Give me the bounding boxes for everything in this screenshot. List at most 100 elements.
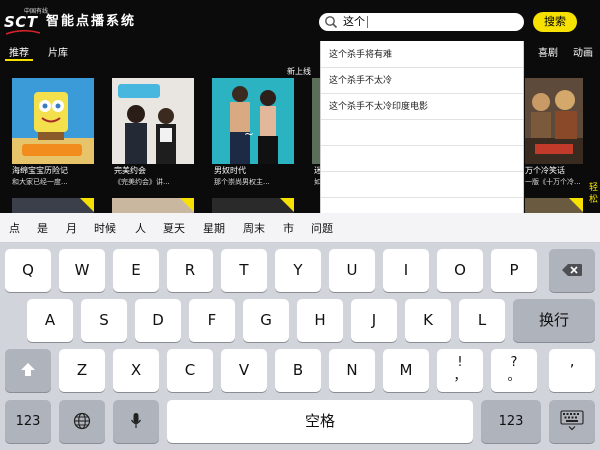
tab-animation[interactable]: 动画 bbox=[573, 44, 593, 59]
candidate-word[interactable]: 星期 bbox=[203, 220, 225, 236]
backspace-icon bbox=[562, 264, 582, 276]
poster-subtitle: 《完美约会》讲... bbox=[114, 178, 170, 186]
search-input[interactable]: 这个 bbox=[319, 13, 524, 31]
poster-lower[interactable] bbox=[112, 198, 194, 213]
key-u[interactable]: U bbox=[329, 249, 375, 292]
key-v[interactable]: V bbox=[221, 349, 267, 392]
sct-logo: 中国有线 SCT bbox=[4, 6, 48, 35]
shift-arrow-icon bbox=[21, 363, 35, 376]
candidate-word[interactable]: 点 bbox=[9, 220, 20, 236]
tab-recommend[interactable]: 推荐 bbox=[9, 44, 29, 59]
key-exclaim-comma[interactable]: ! ， bbox=[437, 349, 483, 392]
key-top-char: ! bbox=[457, 355, 463, 370]
poster-lower[interactable] bbox=[212, 198, 294, 213]
keyboard-dismiss-icon bbox=[560, 410, 584, 431]
globe-icon bbox=[73, 412, 91, 430]
key-b[interactable]: B bbox=[275, 349, 321, 392]
poster-cold-jokes[interactable] bbox=[525, 78, 583, 164]
poster-subtitle: 那个崇尚男权主... bbox=[214, 178, 270, 186]
key-question-period[interactable]: ? 。 bbox=[491, 349, 537, 392]
new-online-label: 新上线 bbox=[287, 67, 311, 76]
key-y[interactable]: Y bbox=[275, 249, 321, 292]
key-bottom-char: 。 bbox=[507, 369, 521, 384]
backspace-key[interactable] bbox=[549, 249, 595, 292]
key-r[interactable]: R bbox=[167, 249, 213, 292]
microphone-icon bbox=[130, 413, 142, 428]
suggestion-item[interactable]: 这个杀手将有难 bbox=[321, 42, 523, 68]
suggestion-empty-row bbox=[321, 146, 523, 172]
key-m[interactable]: M bbox=[383, 349, 429, 392]
key-d[interactable]: D bbox=[135, 299, 181, 342]
key-e[interactable]: E bbox=[113, 249, 159, 292]
candidate-word[interactable]: 月 bbox=[66, 220, 77, 236]
search-button[interactable]: 搜索 bbox=[533, 12, 577, 32]
corner-badge-icon bbox=[80, 198, 94, 212]
corner-badge-icon bbox=[180, 198, 194, 212]
active-tab-indicator bbox=[5, 59, 33, 61]
candidate-word[interactable]: 时候 bbox=[94, 220, 116, 236]
poster-lower[interactable] bbox=[525, 198, 583, 213]
poster-spongebob-art bbox=[12, 78, 94, 164]
poster-subtitle: 和大家已经一度... bbox=[12, 178, 68, 186]
key-z[interactable]: Z bbox=[59, 349, 105, 392]
hide-keyboard-key[interactable] bbox=[549, 400, 595, 443]
key-a[interactable]: A bbox=[27, 299, 73, 342]
side-label: 轻松 bbox=[589, 183, 599, 205]
key-h[interactable]: H bbox=[297, 299, 343, 342]
poster-title: 海绵宝宝历险记 bbox=[12, 166, 68, 175]
key-x[interactable]: X bbox=[113, 349, 159, 392]
search-suggestions: 这个杀手将有难 这个杀手不太冷 这个杀手不太冷印度电影 bbox=[320, 41, 524, 213]
suggestion-item[interactable]: 这个杀手不太冷 bbox=[321, 68, 523, 94]
key-n[interactable]: N bbox=[329, 349, 375, 392]
key-g[interactable]: G bbox=[243, 299, 289, 342]
corner-badge-icon bbox=[280, 198, 294, 212]
candidate-word[interactable]: 市 bbox=[283, 220, 294, 236]
key-c[interactable]: C bbox=[167, 349, 213, 392]
poster-perfect-date[interactable] bbox=[112, 78, 194, 164]
poster-subtitle: 一版《十万个冷... bbox=[525, 178, 581, 186]
space-key[interactable]: 空格 bbox=[167, 400, 473, 443]
poster-spongebob[interactable] bbox=[12, 78, 94, 164]
globe-key[interactable] bbox=[59, 400, 105, 443]
key-quote[interactable]: ’ bbox=[549, 349, 595, 392]
ime-candidate-bar: 点 是 月 时候 人 夏天 星期 周末 市 问题 bbox=[0, 213, 600, 243]
search-query: 这个 bbox=[343, 15, 365, 28]
key-o[interactable]: O bbox=[437, 249, 483, 292]
poster-title: 男奴时代 bbox=[214, 166, 246, 175]
candidate-word[interactable]: 问题 bbox=[311, 220, 333, 236]
corner-badge-icon bbox=[569, 198, 583, 212]
app-title: 智能点播系统 bbox=[46, 14, 137, 29]
poster-male-era[interactable]: ~ bbox=[212, 78, 294, 164]
tab-library[interactable]: 片库 bbox=[48, 44, 68, 59]
key-w[interactable]: W bbox=[59, 249, 105, 292]
return-key[interactable]: 换行 bbox=[513, 299, 595, 342]
poster-title: 完美约会 bbox=[114, 166, 146, 175]
key-k[interactable]: K bbox=[405, 299, 451, 342]
svg-text:~: ~ bbox=[244, 127, 254, 141]
suggestion-item[interactable]: 这个杀手不太冷印度电影 bbox=[321, 94, 523, 120]
key-q[interactable]: Q bbox=[5, 249, 51, 292]
candidate-word[interactable]: 是 bbox=[37, 220, 48, 236]
candidate-word[interactable]: 夏天 bbox=[163, 220, 185, 236]
key-s[interactable]: S bbox=[81, 299, 127, 342]
key-j[interactable]: J bbox=[351, 299, 397, 342]
key-f[interactable]: F bbox=[189, 299, 235, 342]
numbers-key-right[interactable]: 123 bbox=[481, 400, 541, 443]
numbers-key-left[interactable]: 123 bbox=[5, 400, 51, 443]
poster-lower[interactable] bbox=[12, 198, 94, 213]
text-caret bbox=[367, 16, 368, 28]
key-l[interactable]: L bbox=[459, 299, 505, 342]
app-screen: 中国有线 SCT 智能点播系统 这个 搜索 推荐 片库 喜剧 动画 新上线 海绵… bbox=[0, 0, 600, 213]
key-t[interactable]: T bbox=[221, 249, 267, 292]
key-p[interactable]: P bbox=[491, 249, 537, 292]
poster-cold-jokes-art bbox=[525, 78, 583, 164]
candidate-word[interactable]: 周末 bbox=[243, 220, 265, 236]
shift-key[interactable] bbox=[5, 349, 51, 392]
poster-title: 万个冷笑话 bbox=[525, 166, 565, 175]
microphone-key[interactable] bbox=[113, 400, 159, 443]
tab-comedy[interactable]: 喜剧 bbox=[538, 44, 558, 59]
candidate-word[interactable]: 人 bbox=[135, 220, 146, 236]
suggestion-empty-row bbox=[321, 172, 523, 198]
key-i[interactable]: I bbox=[383, 249, 429, 292]
onscreen-keyboard: Q W E R T Y U I O P A S D F G H J K L 换行… bbox=[0, 243, 600, 450]
